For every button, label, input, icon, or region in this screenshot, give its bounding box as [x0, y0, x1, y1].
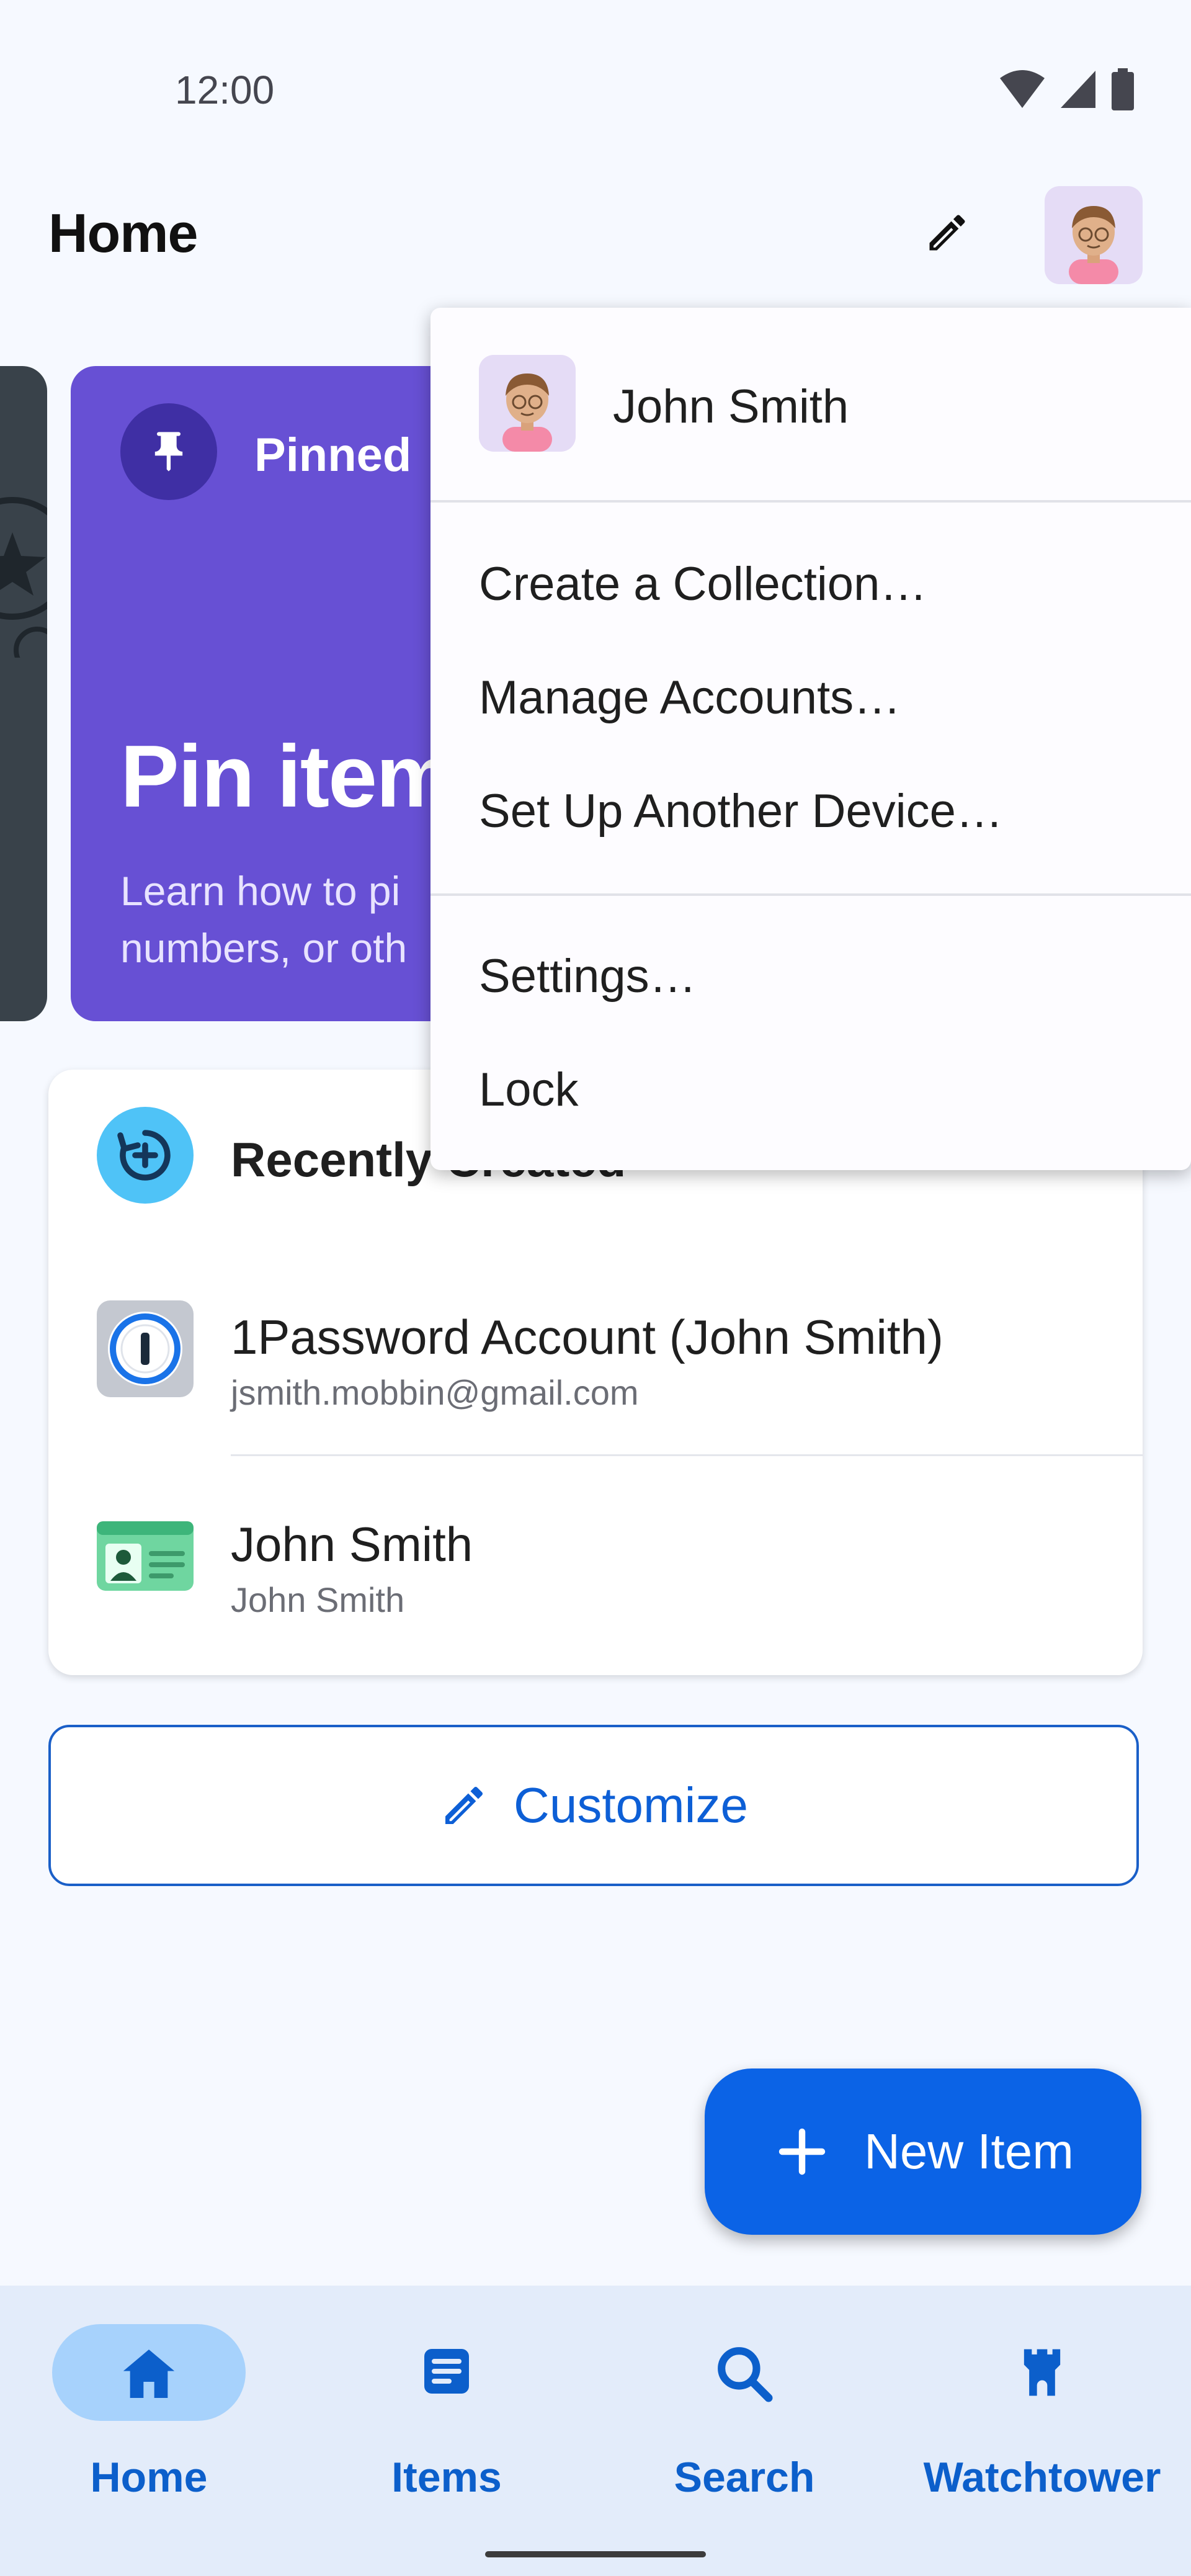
history-add-icon [117, 1130, 171, 1181]
pin-badge [120, 403, 217, 500]
item-title: John Smith [231, 1517, 473, 1572]
id-card-graphic [97, 1521, 194, 1591]
cell-signal-icon [1061, 71, 1095, 108]
pencil-icon [445, 1786, 483, 1824]
nav-label: Watchtower [923, 2454, 1161, 2501]
home-icon [123, 2350, 175, 2398]
list-icon [424, 2349, 469, 2394]
nav-label: Home [90, 2454, 208, 2501]
page-title: Home [48, 202, 198, 264]
customize-button[interactable]: Customize [48, 1725, 1139, 1886]
menu-item-set-up-device[interactable]: Set Up Another Device… [479, 784, 1003, 838]
search-icon [718, 2347, 773, 2402]
divider [231, 1454, 1143, 1456]
nav-label: Items [391, 2454, 502, 2501]
nav-item-watchtower[interactable]: Watchtower [893, 2286, 1191, 2509]
watchtower-icon [1024, 2349, 1061, 2396]
carousel-card-previous[interactable] [0, 366, 47, 1021]
status-icons [999, 68, 1135, 110]
1password-icon [97, 1300, 194, 1397]
avatar-image [502, 373, 552, 452]
nav-label: Search [674, 2454, 815, 2501]
pinned-card-title: Pin item [120, 727, 454, 826]
avatar [1069, 206, 1118, 284]
pin-icon [154, 432, 183, 472]
item-subtitle: John Smith [231, 1580, 405, 1619]
item-subtitle: jsmith.mobbin@gmail.com [231, 1373, 639, 1412]
avatar [479, 355, 576, 452]
wifi-icon [1000, 70, 1045, 108]
battery-icon [1112, 68, 1134, 110]
new-item-button[interactable]: New Item [705, 2068, 1141, 2235]
status-time: 12:00 [175, 68, 275, 112]
account-menu: John Smith Create a Collection… Manage A… [430, 308, 1191, 1170]
menu-item-lock[interactable]: Lock [479, 1063, 579, 1117]
identity-card-icon [97, 1508, 194, 1604]
menu-item-settings[interactable]: Settings… [479, 949, 697, 1003]
new-item-label: New Item [864, 2124, 1074, 2179]
home-indicator [485, 2551, 706, 2557]
menu-divider [430, 893, 1191, 896]
recent-badge [97, 1107, 194, 1204]
star-icon [0, 497, 47, 658]
bottom-navigation: Home Items Search Watchtower [0, 2286, 1191, 2576]
nav-item-items[interactable]: Items [298, 2286, 596, 2509]
pencil-icon [929, 215, 965, 251]
customize-label: Customize [514, 1778, 748, 1833]
item-title: 1Password Account (John Smith) [231, 1310, 943, 1364]
menu-account-header[interactable]: John Smith [430, 308, 1191, 500]
edit-button[interactable] [919, 205, 975, 261]
plus-icon [778, 2128, 826, 2175]
1password-logo [108, 1312, 182, 1386]
list-item[interactable]: John Smith John Smith [48, 1467, 1143, 1653]
menu-user-name: John Smith [613, 380, 849, 433]
pinned-label: Pinned [254, 429, 412, 481]
account-avatar-button[interactable] [1045, 186, 1143, 284]
list-item[interactable]: 1Password Account (John Smith) jsmith.mo… [48, 1256, 1143, 1442]
menu-divider [430, 500, 1191, 503]
nav-item-home[interactable]: Home [0, 2286, 298, 2509]
menu-item-manage-accounts[interactable]: Manage Accounts… [479, 671, 901, 725]
menu-item-create-collection[interactable]: Create a Collection… [479, 557, 927, 611]
nav-item-search[interactable]: Search [596, 2286, 893, 2509]
